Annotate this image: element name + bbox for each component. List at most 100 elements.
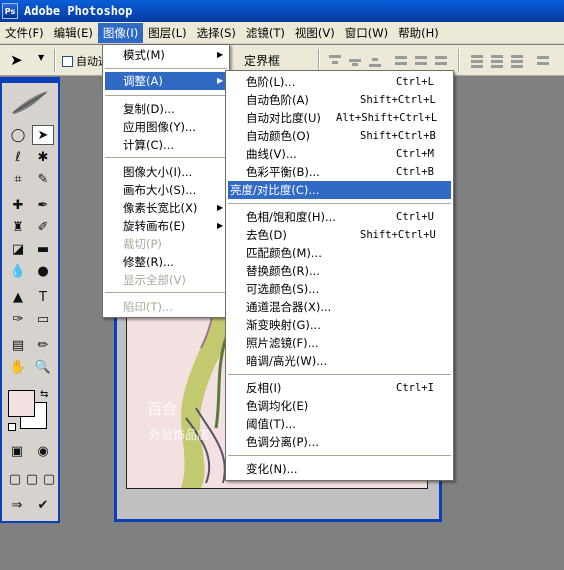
shape-tool-icon[interactable]: ▭ [32,309,54,329]
menu-item-crop: 裁切(P) [123,237,162,251]
menu-item-curves[interactable]: 曲线(V)... Ctrl+M [228,145,451,163]
align-top-icon[interactable] [326,52,344,68]
toolbox-header[interactable] [2,77,58,83]
menu-filter[interactable]: 滤镜(T) [241,23,290,43]
submenu-arrow-icon: ▶ [217,203,224,212]
move-tool-icon[interactable]: ➤ [10,50,32,70]
feather-logo-icon[interactable] [10,89,50,115]
menu-item-rotate-canvas[interactable]: 旋转画布(E) ▶ [105,217,227,235]
menu-layer[interactable]: 图层(L) [143,23,191,43]
chevron-down-icon[interactable]: ▼ [38,53,44,62]
menu-item-photo-filter[interactable]: 照片滤镜(F)... [228,334,451,352]
distribute-bottom-icon[interactable] [508,52,526,68]
menu-item-posterize[interactable]: 色调分离(P)... [228,433,451,451]
magic-wand-icon[interactable]: ✱ [32,147,54,167]
menu-file[interactable]: 文件(F) [0,23,49,43]
foreground-color-swatch[interactable] [8,390,35,417]
history-brush-icon[interactable]: ✐ [32,217,54,237]
menu-item-adjustments[interactable]: 调整(A) ▶ [105,72,227,90]
adjustments-submenu: 色阶(L)... Ctrl+L 自动色阶(A) Shift+Ctrl+L 自动对比度… [225,70,454,481]
menu-item-replace-color[interactable]: 替换颜色(R)... [228,262,451,280]
menu-image[interactable]: 图像(I) [97,22,144,43]
hand-tool-icon[interactable]: ✋ [7,357,29,377]
menu-item-mode[interactable]: 模式(M) ▶ [105,46,227,64]
menu-item-calculations[interactable]: 计算(C)... [105,136,227,154]
screen-mode-full-icon[interactable]: ▢ [38,469,60,489]
divider [458,49,460,72]
menu-item-auto-levels[interactable]: 自动色阶(A) Shift+Ctrl+L [228,91,451,109]
menu-item-auto-color[interactable]: 自动颜色(O) Shift+Ctrl+B [228,127,451,145]
menu-item-desaturate[interactable]: 去色(D) Shift+Ctrl+U [228,226,451,244]
menu-item-hue-saturation[interactable]: 色相/饱和度(H)... Ctrl+U [228,208,451,226]
type-tool-icon[interactable]: T [32,287,54,307]
submenu-arrow-icon: ▶ [217,50,224,59]
auto-select-checkbox[interactable] [62,55,73,67]
menu-item-color-balance[interactable]: 色彩平衡(B)... Ctrl+B [228,163,451,181]
slice-tool-icon[interactable]: ✎ [32,169,54,189]
quick-mask-icon[interactable]: ◉ [32,441,54,461]
distribute-middle-icon[interactable] [488,52,506,68]
divider [54,49,56,72]
menu-item-match-color[interactable]: 匹配颜色(M)... [228,244,451,262]
menu-item-trim[interactable]: 修整(R)... [105,253,227,271]
menu-view[interactable]: 视图(V) [290,23,340,43]
dodge-tool-icon[interactable]: ● [32,261,54,281]
menu-item-selective-color[interactable]: 可选颜色(S)... [228,280,451,298]
menu-separator [105,292,227,293]
menu-edit[interactable]: 编辑(E) [49,23,98,43]
menu-item-channel-mixer[interactable]: 通道混合器(X)... [228,298,451,316]
gradient-tool-icon[interactable]: ▬ [32,239,54,259]
standard-mode-icon[interactable]: ▣ [6,441,28,461]
pen-tool-icon[interactable]: ✑ [7,309,29,329]
path-selection-icon[interactable]: ▲ [7,287,29,307]
clone-stamp-icon[interactable]: ♜ [7,217,29,237]
default-colors-icon[interactable] [8,423,16,431]
menu-bar: 文件(F) 编辑(E) 图像(I) 图层(L) 选择(S) 滤镜(T) 视图(V… [0,22,564,44]
menu-separator [228,455,451,456]
blur-tool-icon[interactable]: 💧 [7,261,29,281]
distribute-left-icon[interactable] [534,52,552,68]
menu-item-levels[interactable]: 色阶(L)... Ctrl+L [228,73,451,91]
title-bar: Ps Adobe Photoshop [0,0,564,22]
menu-help[interactable]: 帮助(H) [393,23,444,43]
menu-item-image-size[interactable]: 图像大小(I)... [105,163,227,181]
menu-item-apply-image[interactable]: 应用图像(Y)... [105,118,227,136]
menu-item-gradient-map[interactable]: 渐变映射(G)... [228,316,451,334]
watermark-text: 百合 [147,400,178,418]
brush-tool-icon[interactable]: ✒ [32,195,54,215]
align-center-icon[interactable] [412,52,430,68]
jump-to-imageready-icon[interactable]: ⇒ [6,495,28,515]
align-bottom-icon[interactable] [366,52,384,68]
crop-tool-icon[interactable]: ⌗ [7,169,29,189]
menu-item-invert[interactable]: 反相(I) Ctrl+I [228,379,451,397]
menu-item-brightness-contrast[interactable]: 亮度/对比度(C)... [228,181,451,199]
align-right-icon[interactable] [432,52,450,68]
menu-item-equalize[interactable]: 色调均化(E) [228,397,451,415]
edit-check-icon[interactable]: ✔ [32,495,54,515]
menu-separator [105,157,227,158]
swap-colors-icon[interactable]: ⇆ [40,389,48,400]
menu-item-auto-contrast[interactable]: 自动对比度(U) Alt+Shift+Ctrl+L [228,109,451,127]
notes-tool-icon[interactable]: ▤ [7,335,29,355]
healing-brush-icon[interactable]: ✚ [7,195,29,215]
eyedropper-icon[interactable]: ✏ [32,335,54,355]
menu-window[interactable]: 窗口(W) [340,23,393,43]
menu-item-threshold[interactable]: 阈值(T)... [228,415,451,433]
image-menu: 模式(M) ▶ 调整(A) ▶ 复制(D)... 应用图像(Y)... 计算(C).… [102,44,230,318]
eraser-tool-icon[interactable]: ◪ [7,239,29,259]
align-left-icon[interactable] [392,52,410,68]
menu-item-variations[interactable]: 变化(N)... [228,460,451,478]
menu-item-canvas-size[interactable]: 画布大小(S)... [105,181,227,199]
marquee-tool-icon[interactable]: ◯ [7,125,29,145]
lasso-tool-icon[interactable]: ℓ [7,147,29,167]
menu-item-duplicate[interactable]: 复制(D)... [105,100,227,118]
menu-item-shadow-highlight[interactable]: 暗调/高光(W)... [228,352,451,370]
move-tool-icon[interactable]: ➤ [32,125,54,145]
menu-select[interactable]: 选择(S) [192,23,241,43]
distribute-top-icon[interactable] [468,52,486,68]
zoom-tool-icon[interactable]: 🔍 [32,357,54,377]
menu-item-pixel-aspect-ratio[interactable]: 像素长宽比(X) ▶ [105,199,227,217]
menu-item-reveal-all: 显示全部(V) [123,273,186,287]
submenu-arrow-icon: ▶ [217,76,224,85]
align-middle-icon[interactable] [346,52,364,68]
